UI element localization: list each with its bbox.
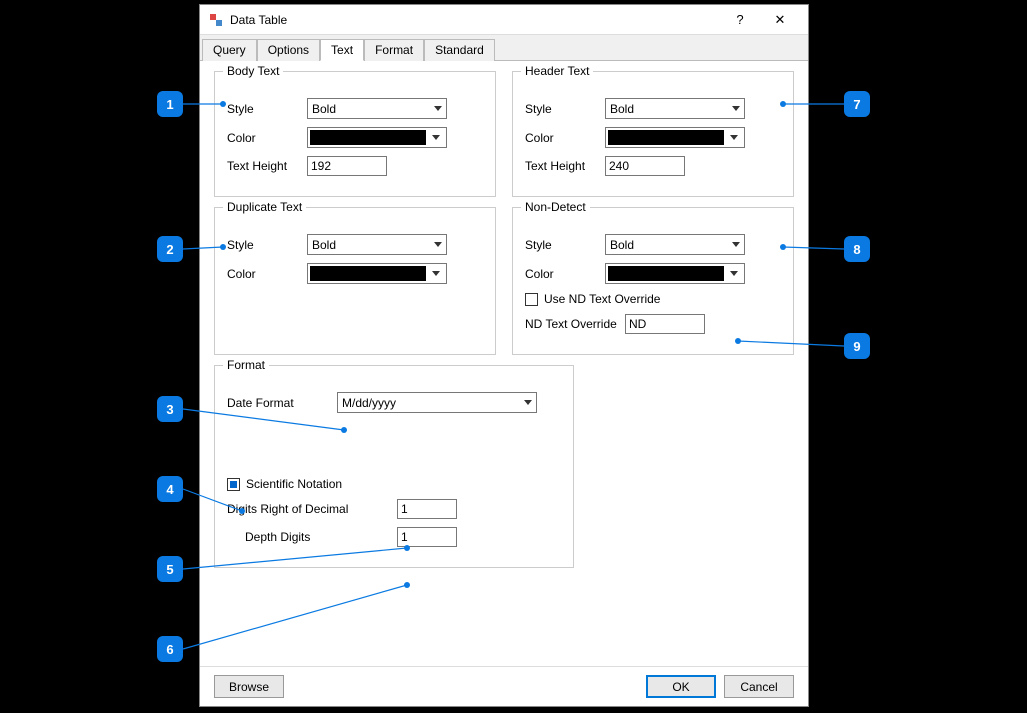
format-group: Format Date Format M/dd/yyyy Scientific … — [214, 365, 574, 568]
app-icon — [208, 12, 224, 28]
body-height-label: Text Height — [227, 159, 307, 173]
chevron-down-icon — [434, 242, 442, 247]
chevron-down-icon — [524, 400, 532, 405]
nd-override-input[interactable] — [625, 314, 705, 334]
callout-6: 6 — [157, 636, 183, 662]
header-text-group: Header Text Style Bold Color T — [512, 71, 794, 197]
browse-button[interactable]: Browse — [214, 675, 284, 698]
tab-options[interactable]: Options — [257, 39, 320, 61]
callout-5: 5 — [157, 556, 183, 582]
nd-color-label: Color — [525, 267, 605, 281]
non-detect-group: Non-Detect Style Bold Color — [512, 207, 794, 355]
duplicate-style-label: Style — [227, 238, 307, 252]
scientific-notation-checkbox[interactable] — [227, 478, 240, 491]
non-detect-legend: Non-Detect — [521, 200, 590, 214]
digits-decimal-input[interactable] — [397, 499, 457, 519]
nd-style-dropdown[interactable]: Bold — [605, 234, 745, 255]
body-style-value: Bold — [312, 102, 336, 116]
callout-7: 7 — [844, 91, 870, 117]
callout-3: 3 — [157, 396, 183, 422]
chevron-down-icon — [730, 271, 738, 276]
chevron-down-icon — [732, 242, 740, 247]
chevron-down-icon — [432, 271, 440, 276]
body-height-input[interactable] — [307, 156, 387, 176]
duplicate-text-legend: Duplicate Text — [223, 200, 306, 214]
use-nd-override-label: Use ND Text Override — [544, 292, 660, 306]
body-style-dropdown[interactable]: Bold — [307, 98, 447, 119]
tab-content: Body Text Style Bold Color Tex — [200, 61, 808, 666]
color-swatch-icon — [608, 266, 724, 281]
nd-style-value: Bold — [610, 238, 634, 252]
color-swatch-icon — [310, 130, 426, 145]
header-text-legend: Header Text — [521, 64, 593, 78]
header-color-label: Color — [525, 131, 605, 145]
date-format-dropdown[interactable]: M/dd/yyyy — [337, 392, 537, 413]
header-color-dropdown[interactable] — [605, 127, 745, 148]
chevron-down-icon — [732, 106, 740, 111]
duplicate-style-value: Bold — [312, 238, 336, 252]
chevron-down-icon — [730, 135, 738, 140]
body-color-label: Color — [227, 131, 307, 145]
tab-strip: Query Options Text Format Standard — [200, 35, 808, 61]
use-nd-override-checkbox[interactable] — [525, 293, 538, 306]
cancel-button[interactable]: Cancel — [724, 675, 794, 698]
format-legend: Format — [223, 358, 269, 372]
depth-digits-input[interactable] — [397, 527, 457, 547]
duplicate-color-dropdown[interactable] — [307, 263, 447, 284]
tab-format[interactable]: Format — [364, 39, 424, 61]
ok-button[interactable]: OK — [646, 675, 716, 698]
color-swatch-icon — [310, 266, 426, 281]
digits-decimal-label: Digits Right of Decimal — [227, 502, 397, 516]
body-style-label: Style — [227, 102, 307, 116]
tab-query[interactable]: Query — [202, 39, 257, 61]
header-style-label: Style — [525, 102, 605, 116]
header-style-value: Bold — [610, 102, 634, 116]
date-format-value: M/dd/yyyy — [342, 396, 396, 410]
header-height-label: Text Height — [525, 159, 605, 173]
body-color-dropdown[interactable] — [307, 127, 447, 148]
tab-standard[interactable]: Standard — [424, 39, 495, 61]
tab-text[interactable]: Text — [320, 39, 364, 61]
callout-1: 1 — [157, 91, 183, 117]
body-text-legend: Body Text — [223, 64, 283, 78]
titlebar: Data Table ? ✕ — [200, 5, 808, 35]
scientific-notation-label: Scientific Notation — [246, 477, 342, 491]
chevron-down-icon — [434, 106, 442, 111]
nd-style-label: Style — [525, 238, 605, 252]
help-button[interactable]: ? — [720, 6, 760, 34]
color-swatch-icon — [608, 130, 724, 145]
duplicate-color-label: Color — [227, 267, 307, 281]
nd-color-dropdown[interactable] — [605, 263, 745, 284]
date-format-label: Date Format — [227, 396, 337, 410]
depth-digits-label: Depth Digits — [227, 530, 397, 544]
callout-4: 4 — [157, 476, 183, 502]
dialog-footer: Browse OK Cancel — [200, 666, 808, 706]
header-height-input[interactable] — [605, 156, 685, 176]
window-title: Data Table — [230, 13, 720, 27]
chevron-down-icon — [432, 135, 440, 140]
callout-9: 9 — [844, 333, 870, 359]
nd-override-label: ND Text Override — [525, 317, 625, 331]
callout-8: 8 — [844, 236, 870, 262]
header-style-dropdown[interactable]: Bold — [605, 98, 745, 119]
callout-2: 2 — [157, 236, 183, 262]
duplicate-style-dropdown[interactable]: Bold — [307, 234, 447, 255]
data-table-dialog: Data Table ? ✕ Query Options Text Format… — [199, 4, 809, 707]
close-button[interactable]: ✕ — [760, 6, 800, 34]
duplicate-text-group: Duplicate Text Style Bold Color — [214, 207, 496, 355]
body-text-group: Body Text Style Bold Color Tex — [214, 71, 496, 197]
